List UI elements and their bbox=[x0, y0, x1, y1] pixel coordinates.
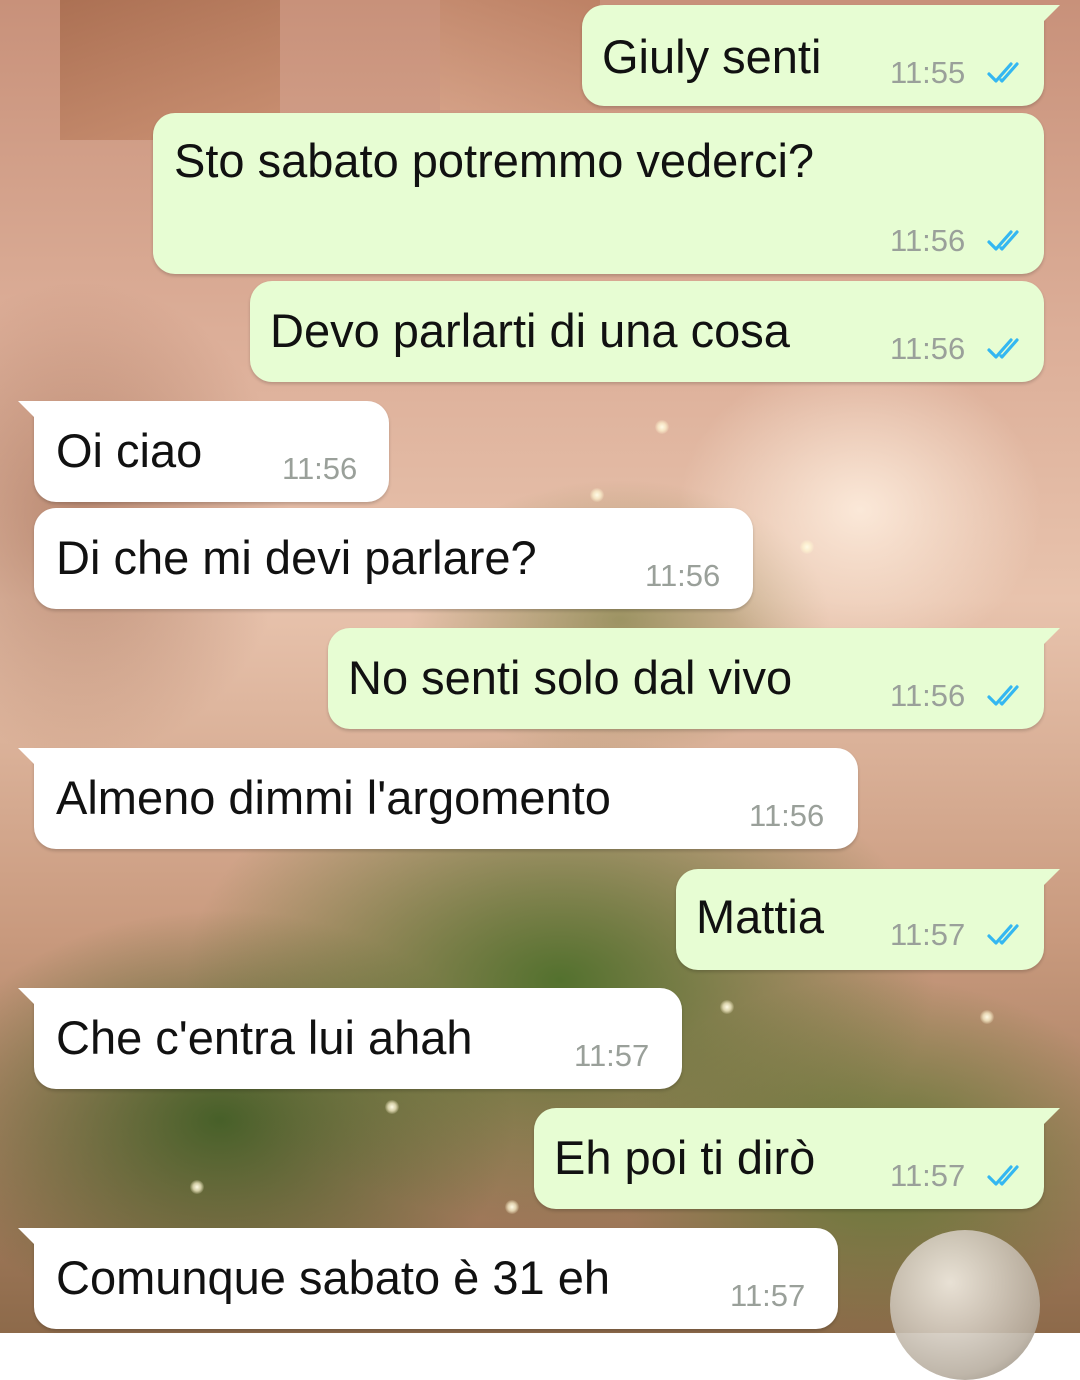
outgoing-message[interactable]: Devo parlarti di una cosa 11:56 bbox=[250, 281, 1044, 382]
message-text: Comunque sabato è 31 eh bbox=[56, 1251, 610, 1304]
double-check-icon bbox=[987, 338, 1019, 359]
incoming-message[interactable]: Oi ciao 11:56 bbox=[18, 401, 389, 502]
chat-area[interactable]: Giuly senti 11:55 Sto sabato potremmo ve… bbox=[0, 0, 1080, 1333]
incoming-message[interactable]: Almeno dimmi l'argomento 11:56 bbox=[18, 748, 858, 849]
message-text: Giuly senti bbox=[602, 30, 822, 83]
message-time: 11:56 bbox=[890, 223, 966, 258]
message-text: Devo parlarti di una cosa bbox=[270, 304, 790, 357]
incoming-message[interactable]: Di che mi devi parlare? 11:56 bbox=[34, 508, 753, 609]
message-time: 11:56 bbox=[890, 678, 966, 713]
incoming-message[interactable]: Che c'entra lui ahah 11:57 bbox=[18, 988, 682, 1089]
double-check-icon bbox=[987, 685, 1019, 706]
message-time: 11:57 bbox=[890, 917, 966, 952]
double-check-icon bbox=[987, 1165, 1019, 1186]
message-time: 11:57 bbox=[890, 1158, 966, 1193]
outgoing-message[interactable]: Giuly senti 11:55 bbox=[582, 5, 1060, 106]
message-time: 11:57 bbox=[730, 1278, 806, 1313]
double-check-icon bbox=[987, 230, 1019, 251]
message-text: Eh poi ti dirò bbox=[554, 1131, 816, 1184]
message-text: No senti solo dal vivo bbox=[348, 651, 793, 704]
message-text: Che c'entra lui ahah bbox=[56, 1011, 473, 1064]
message-time: 11:56 bbox=[282, 451, 358, 486]
message-time: 11:56 bbox=[645, 558, 721, 593]
outgoing-message[interactable]: Sto sabato potremmo vederci? 11:56 bbox=[153, 113, 1044, 274]
message-time: 11:57 bbox=[574, 1038, 650, 1073]
outgoing-message[interactable]: Mattia 11:57 bbox=[676, 869, 1060, 970]
double-check-icon bbox=[987, 924, 1019, 945]
outgoing-message[interactable]: Eh poi ti dirò 11:57 bbox=[534, 1108, 1060, 1209]
message-text: Mattia bbox=[696, 890, 824, 943]
message-time: 11:56 bbox=[749, 798, 825, 833]
message-text: Oi ciao bbox=[56, 424, 203, 477]
message-text: Di che mi devi parlare? bbox=[56, 531, 537, 584]
outgoing-message[interactable]: No senti solo dal vivo 11:56 bbox=[328, 628, 1060, 729]
message-time: 11:56 bbox=[890, 331, 966, 366]
message-time: 11:55 bbox=[890, 55, 966, 90]
incoming-message[interactable]: Comunque sabato è 31 eh 11:57 bbox=[18, 1228, 838, 1329]
message-text: Sto sabato potremmo vederci? bbox=[174, 134, 815, 187]
double-check-icon bbox=[987, 62, 1019, 83]
message-text: Almeno dimmi l'argomento bbox=[56, 771, 611, 824]
